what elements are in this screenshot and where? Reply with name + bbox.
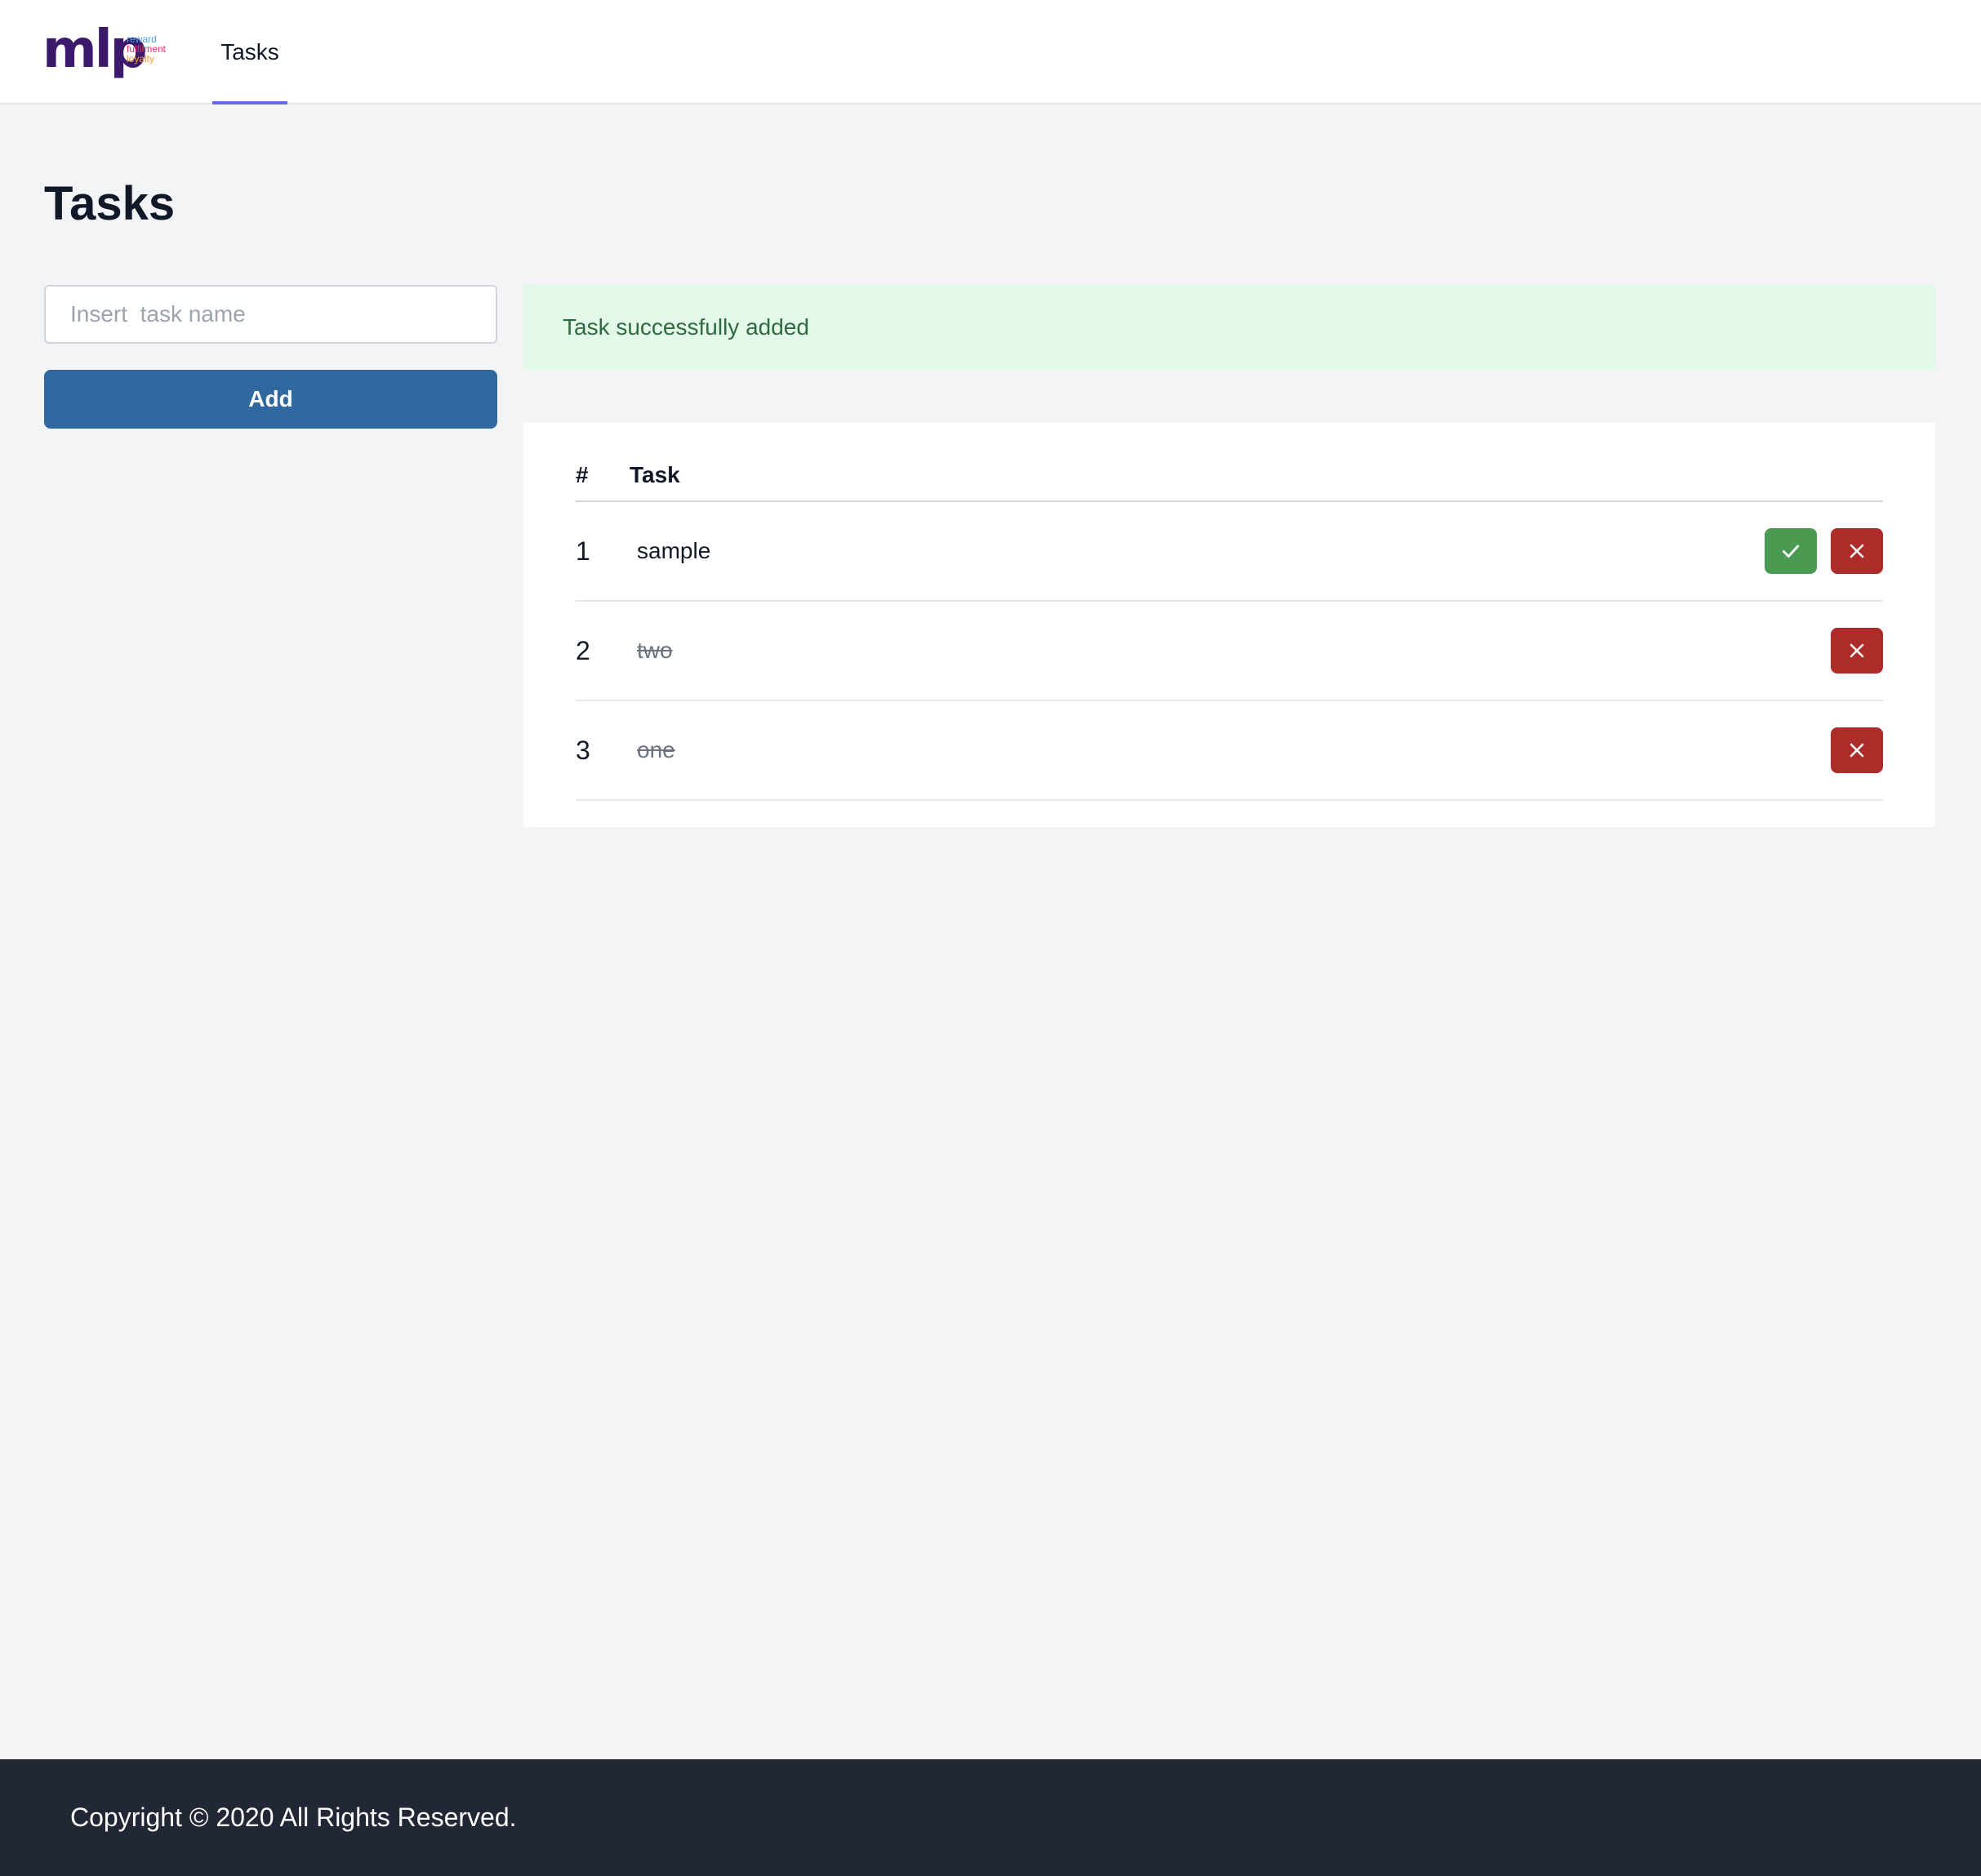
close-icon [1850,544,1864,558]
nav-tab-tasks[interactable]: Tasks [212,0,287,104]
table-row: 2 two [576,602,1883,701]
delete-task-button[interactable] [1831,528,1883,574]
copyright-text: Copyright © 2020 All Rights Reserved. [70,1803,517,1832]
nav-tab-label: Tasks [220,39,279,64]
logo-tagline-line: loyalty [127,53,155,64]
column-header-number: # [576,462,589,487]
complete-task-button[interactable] [1765,528,1817,574]
close-icon [1850,643,1864,658]
task-name-input[interactable] [44,285,497,344]
brand-logo[interactable]: mlp reward fulfilment loyalty [42,23,181,82]
top-navbar: mlp reward fulfilment loyalty Tasks [0,0,1981,104]
add-task-button[interactable]: Add [44,370,497,429]
close-icon [1850,743,1864,758]
page-footer: Copyright © 2020 All Rights Reserved. [0,1759,1981,1876]
logo-tagline: reward fulfilment loyalty [127,34,166,64]
column-header-task: Task [630,462,680,487]
delete-task-button[interactable] [1831,628,1883,673]
check-icon [1782,545,1800,558]
table-row: 1 sample [576,502,1883,602]
row-number: 1 [576,536,590,566]
delete-task-button[interactable] [1831,727,1883,773]
success-alert: Task successfully added [523,285,1935,370]
row-task-name: sample [637,538,711,563]
page-title: Tasks [44,177,176,230]
row-task-name: two [637,638,673,663]
task-table: # Task 1 sample 2 two 3 one [523,422,1935,827]
active-tab-indicator [212,101,287,104]
row-number: 2 [576,636,590,665]
table-row: 3 one [576,701,1883,801]
alert-message: Task successfully added [563,314,809,340]
row-task-name: one [637,737,675,762]
row-number: 3 [576,736,590,765]
